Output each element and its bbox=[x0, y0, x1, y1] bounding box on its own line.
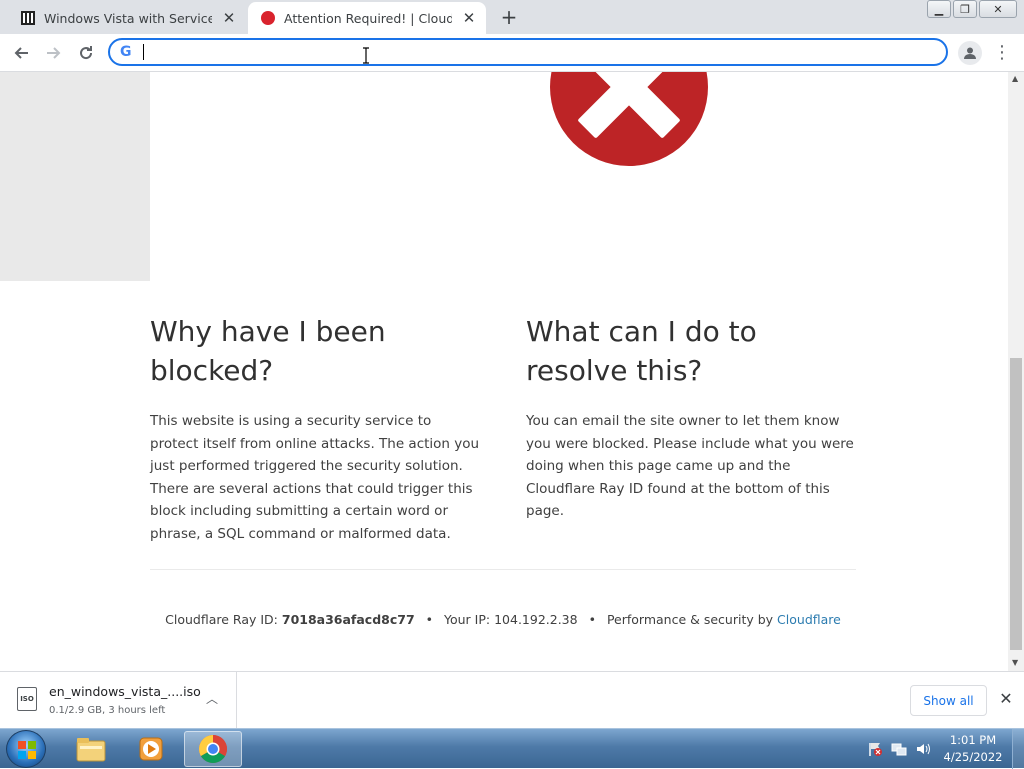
text-caret bbox=[143, 44, 144, 60]
media-player-taskbar-button[interactable] bbox=[124, 731, 178, 767]
scrollbar-thumb[interactable] bbox=[1010, 358, 1022, 650]
show-desktop-button[interactable] bbox=[1012, 729, 1024, 769]
separator: • bbox=[425, 612, 434, 627]
close-icon[interactable]: ✕ bbox=[460, 9, 478, 27]
separator: • bbox=[588, 612, 596, 627]
reload-icon bbox=[80, 46, 93, 60]
minimize-button[interactable]: ▁ bbox=[927, 0, 951, 18]
windows-logo-icon bbox=[18, 741, 36, 759]
clock-time[interactable]: 1:01 PM bbox=[948, 733, 998, 747]
chevron-up-icon[interactable]: ︿ bbox=[204, 690, 220, 706]
page-content: Why have I been blocked? This website is… bbox=[0, 72, 1008, 671]
back-arrow-icon bbox=[14, 47, 28, 59]
resolve-section: What can I do to resolve this? You can e… bbox=[526, 312, 856, 523]
resolve-heading: What can I do to resolve this? bbox=[526, 315, 757, 387]
tab-strip: Windows Vista with Service Pack ✕ Attent… bbox=[0, 0, 1024, 34]
media-player-icon bbox=[139, 737, 163, 761]
address-input[interactable] bbox=[142, 42, 932, 62]
download-status: 0.1/2.9 GB, 3 hours left bbox=[49, 705, 166, 716]
chrome-taskbar-button[interactable] bbox=[184, 731, 242, 767]
scroll-up-icon[interactable]: ▲ bbox=[1012, 74, 1018, 83]
back-button[interactable] bbox=[8, 40, 34, 66]
menu-button[interactable]: ⋮ bbox=[992, 41, 1012, 65]
person-icon bbox=[964, 47, 976, 59]
performance-label: Performance & security by bbox=[606, 612, 774, 627]
tab-windows-vista[interactable]: Windows Vista with Service Pack ✕ bbox=[8, 2, 246, 34]
why-blocked-heading: Why have I been blocked? bbox=[150, 315, 386, 387]
new-tab-button[interactable]: + bbox=[498, 6, 520, 28]
ip-value: 104.192.2.38 bbox=[494, 612, 578, 627]
explorer-taskbar-button[interactable] bbox=[64, 731, 118, 767]
why-blocked-text: This website is using a security service… bbox=[150, 413, 480, 542]
google-g-icon: G bbox=[120, 44, 132, 60]
download-item[interactable]: ISO en_windows_vista_....iso 0.1/2.9 GB,… bbox=[0, 672, 237, 728]
error-x-icon bbox=[550, 72, 708, 166]
show-all-button[interactable]: Show all bbox=[910, 685, 987, 716]
reload-button[interactable] bbox=[73, 40, 99, 66]
forward-button[interactable] bbox=[41, 40, 67, 66]
network-icon[interactable] bbox=[891, 741, 907, 757]
cloudflare-link[interactable]: Cloudflare bbox=[777, 612, 841, 627]
restore-button[interactable]: ❐ bbox=[953, 0, 977, 18]
close-icon[interactable]: ✕ bbox=[996, 689, 1016, 709]
taskbar: 1:01 PM 4/25/2022 bbox=[0, 728, 1024, 769]
clock-date[interactable]: 4/25/2022 bbox=[940, 750, 1006, 764]
resolve-text: You can email the site owner to let them… bbox=[526, 413, 854, 519]
restore-icon: ❐ bbox=[960, 2, 970, 16]
chrome-icon bbox=[199, 735, 227, 763]
start-button[interactable] bbox=[6, 730, 46, 768]
volume-icon[interactable] bbox=[915, 741, 931, 757]
action-center-flag-icon[interactable] bbox=[867, 741, 883, 757]
text-cursor-icon bbox=[363, 47, 369, 64]
why-blocked-section: Why have I been blocked? This website is… bbox=[150, 312, 480, 545]
cloudflare-footer: Cloudflare Ray ID: 7018a36afacd8c77 • Yo… bbox=[0, 612, 1006, 627]
scroll-down-icon[interactable]: ▼ bbox=[1012, 658, 1018, 667]
forward-arrow-icon bbox=[47, 47, 61, 59]
grey-placeholder bbox=[0, 72, 150, 281]
minimize-icon: ▁ bbox=[934, 2, 944, 16]
red-circle-icon bbox=[261, 11, 275, 25]
download-shelf: ISO en_windows_vista_....iso 0.1/2.9 GB,… bbox=[0, 671, 1024, 728]
close-icon: ✕ bbox=[993, 2, 1003, 16]
toolbar: G ⋮ bbox=[0, 34, 1024, 72]
archive-icon bbox=[21, 11, 35, 25]
vertical-scrollbar[interactable]: ▲ ▼ bbox=[1008, 72, 1024, 671]
divider bbox=[150, 569, 856, 570]
tab-title: Windows Vista with Service Pack bbox=[44, 10, 212, 26]
tab-cloudflare[interactable]: Attention Required! | Cloudflare ✕ bbox=[248, 2, 486, 34]
ray-id-label: Cloudflare Ray ID: bbox=[165, 612, 278, 627]
explorer-icon bbox=[76, 738, 106, 762]
ip-label: Your IP: bbox=[444, 612, 491, 627]
iso-file-icon: ISO bbox=[17, 687, 37, 711]
window-close-button[interactable]: ✕ bbox=[979, 0, 1017, 18]
address-bar[interactable]: G bbox=[108, 38, 948, 66]
close-icon[interactable]: ✕ bbox=[220, 9, 238, 27]
ray-id-value: 7018a36afacd8c77 bbox=[281, 612, 415, 627]
tab-title: Attention Required! | Cloudflare bbox=[284, 10, 452, 26]
profile-button[interactable] bbox=[958, 41, 982, 65]
download-filename: en_windows_vista_....iso bbox=[49, 684, 201, 699]
